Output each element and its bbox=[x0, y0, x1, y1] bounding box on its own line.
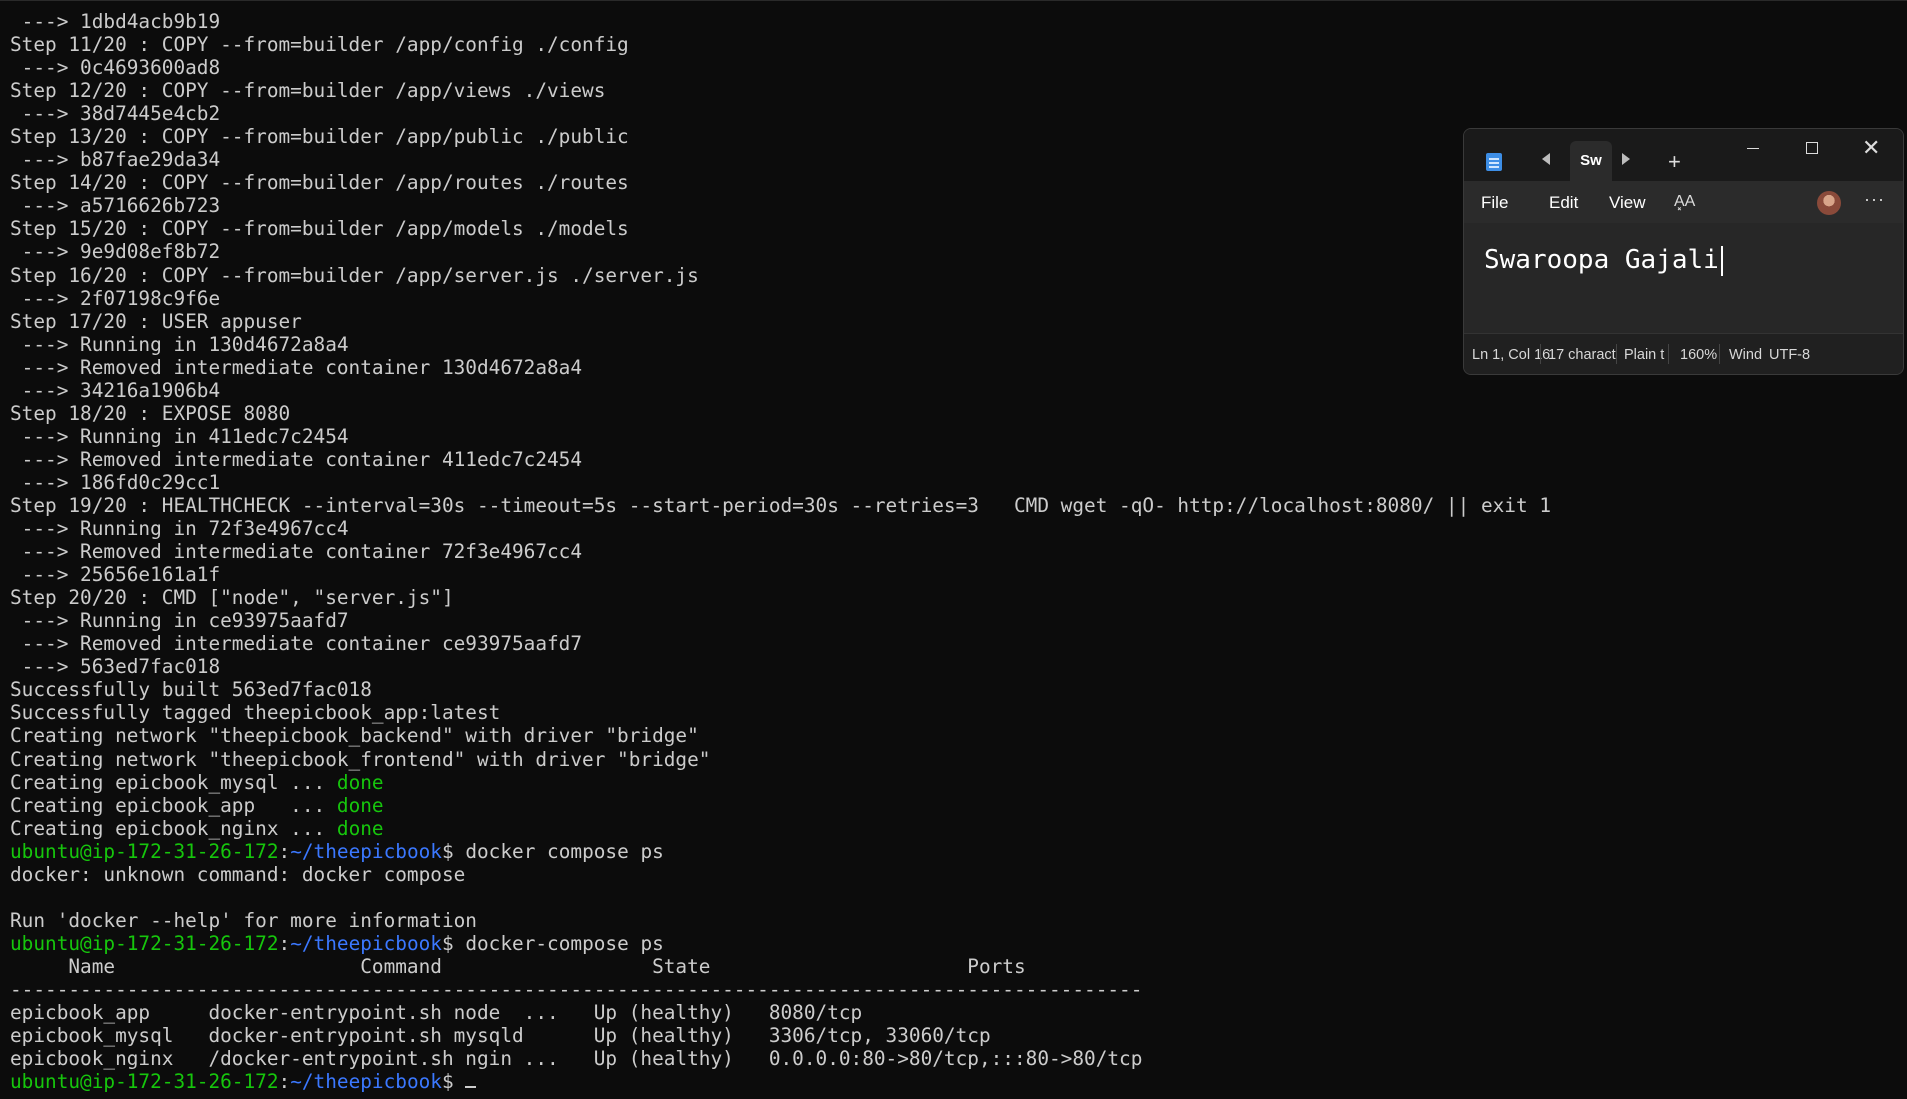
status-format[interactable]: Plain t bbox=[1624, 347, 1668, 363]
table-row: epicbook_mysql docker-entrypoint.sh mysq… bbox=[10, 1024, 991, 1048]
table-row: epicbook_app docker-entrypoint.sh node .… bbox=[10, 1001, 863, 1025]
command-text: docker-compose ps bbox=[465, 931, 664, 955]
plus-icon[interactable]: + bbox=[1668, 149, 1681, 175]
log-line: ---> 34216a1906b4 bbox=[10, 378, 221, 402]
chevron-right-icon[interactable] bbox=[1622, 153, 1630, 165]
log-line: Step 11/20 : COPY --from=builder /app/co… bbox=[10, 33, 629, 57]
log-line: ---> Removed intermediate container 72f3… bbox=[10, 540, 583, 564]
editor-area[interactable]: Swaroopa Gajali bbox=[1464, 223, 1903, 333]
status-position: Ln 1, Col 16 bbox=[1472, 347, 1551, 363]
log-line: ---> 25656e161a1f bbox=[10, 563, 221, 587]
create-line-app: Creating epicbook_app ... done bbox=[10, 793, 384, 817]
log-line: ---> 0c4693600ad8 bbox=[10, 56, 221, 80]
log-line: ---> Running in 411edc7c2454 bbox=[10, 424, 349, 448]
prompt-user: ubuntu@ip-172-31-26-172 bbox=[10, 931, 279, 955]
more-icon[interactable]: ··· bbox=[1864, 189, 1885, 210]
prompt-path: ~/theepicbook bbox=[290, 1070, 442, 1094]
chevron-left-icon[interactable] bbox=[1542, 153, 1550, 165]
menu-edit[interactable]: Edit bbox=[1549, 193, 1578, 213]
close-icon[interactable]: ✕ bbox=[1862, 135, 1880, 161]
log-line: Creating network "theepicbook_frontend" … bbox=[10, 747, 711, 771]
editor-content: Swaroopa Gajali bbox=[1484, 245, 1719, 275]
log-line: ---> 563ed7fac018 bbox=[10, 655, 221, 679]
log-line: Successfully tagged theepicbook_app:late… bbox=[10, 701, 501, 725]
minimize-icon[interactable] bbox=[1747, 148, 1759, 149]
prompt-line: ubuntu@ip-172-31-26-172:~/theepicbook$ bbox=[10, 1070, 1907, 1093]
log-line: ---> 1dbd4acb9b19 bbox=[10, 10, 221, 33]
log-line: ---> 38d7445e4cb2 bbox=[10, 102, 221, 126]
divider bbox=[1668, 344, 1669, 364]
log-line: Step 18/20 : EXPOSE 8080 bbox=[10, 401, 291, 425]
text-format-icon[interactable]: A͓A bbox=[1674, 193, 1695, 211]
maximize-icon[interactable] bbox=[1806, 142, 1818, 154]
help-line: Run 'docker --help' for more information bbox=[10, 908, 477, 932]
divider bbox=[1719, 344, 1720, 364]
menu-view[interactable]: View bbox=[1609, 193, 1646, 213]
prompt-user: ubuntu@ip-172-31-26-172 bbox=[10, 1070, 279, 1094]
terminal-cursor bbox=[465, 1086, 477, 1089]
divider bbox=[1616, 344, 1617, 364]
top-border bbox=[0, 0, 1907, 1]
log-line: Creating network "theepicbook_backend" w… bbox=[10, 724, 699, 748]
log-line: Successfully built 563ed7fac018 bbox=[10, 678, 372, 702]
log-line: ---> Removed intermediate container ce93… bbox=[10, 632, 583, 656]
notepad-app-icon bbox=[1486, 153, 1502, 171]
status-eol[interactable]: Wind bbox=[1729, 347, 1767, 363]
prompt-path: ~/theepicbook bbox=[290, 839, 442, 863]
log-line: ---> 186fd0c29cc1 bbox=[10, 470, 221, 494]
status-encoding[interactable]: UTF-8 bbox=[1769, 347, 1810, 363]
create-line-mysql: Creating epicbook_mysql ... done bbox=[10, 770, 384, 794]
tab-document[interactable]: Sw bbox=[1570, 141, 1612, 181]
log-line: ---> Running in 72f3e4967cc4 bbox=[10, 517, 349, 541]
prompt-user: ubuntu@ip-172-31-26-172 bbox=[10, 839, 279, 863]
log-line: ---> Running in ce93975aafd7 bbox=[10, 609, 349, 633]
status-chars: 17 characte bbox=[1548, 347, 1616, 363]
text-caret bbox=[1720, 245, 1723, 276]
prompt-line: ubuntu@ip-172-31-26-172:~/theepicbook$ d… bbox=[10, 931, 664, 955]
create-line-nginx: Creating epicbook_nginx ... done bbox=[10, 816, 384, 840]
table-header: Name Command State Ports bbox=[10, 954, 1026, 978]
divider bbox=[1540, 344, 1541, 364]
log-line: Step 12/20 : COPY --from=builder /app/vi… bbox=[10, 79, 606, 103]
tab-strip: Sw + ✕ bbox=[1464, 129, 1903, 181]
avatar[interactable] bbox=[1817, 191, 1841, 215]
prompt-path: ~/theepicbook bbox=[290, 931, 442, 955]
log-line: ---> Removed intermediate container 411e… bbox=[10, 447, 583, 471]
status-zoom[interactable]: 160% bbox=[1680, 347, 1717, 363]
log-line: Step 19/20 : HEALTHCHECK --interval=30s … bbox=[10, 493, 1551, 517]
status-done: done bbox=[336, 770, 384, 794]
log-line: Step 20/20 : CMD ["node", "server.js"] bbox=[10, 586, 454, 610]
status-done: done bbox=[336, 793, 384, 817]
table-row: epicbook_nginx /docker-entrypoint.sh ngi… bbox=[10, 1047, 1143, 1071]
status-bar: Ln 1, Col 16 17 characte Plain t 160% Wi… bbox=[1464, 333, 1903, 374]
build-log: ---> 1dbd4acb9b19 Step 11/20 : COPY --fro… bbox=[10, 10, 1907, 771]
status-done: done bbox=[336, 816, 384, 840]
menu-bar: File Edit View A͓A ··· bbox=[1464, 181, 1903, 223]
command-text: docker compose ps bbox=[465, 839, 664, 863]
prompt-line: ubuntu@ip-172-31-26-172:~/theepicbook$ d… bbox=[10, 839, 664, 863]
table-rule: ----------------------------------------… bbox=[10, 977, 1143, 1001]
menu-file[interactable]: File bbox=[1481, 193, 1508, 213]
notepad-window[interactable]: Sw + ✕ File Edit View A͓A ··· Swaroopa G… bbox=[1463, 128, 1904, 375]
error-line: docker: unknown command: docker compose bbox=[10, 862, 466, 886]
